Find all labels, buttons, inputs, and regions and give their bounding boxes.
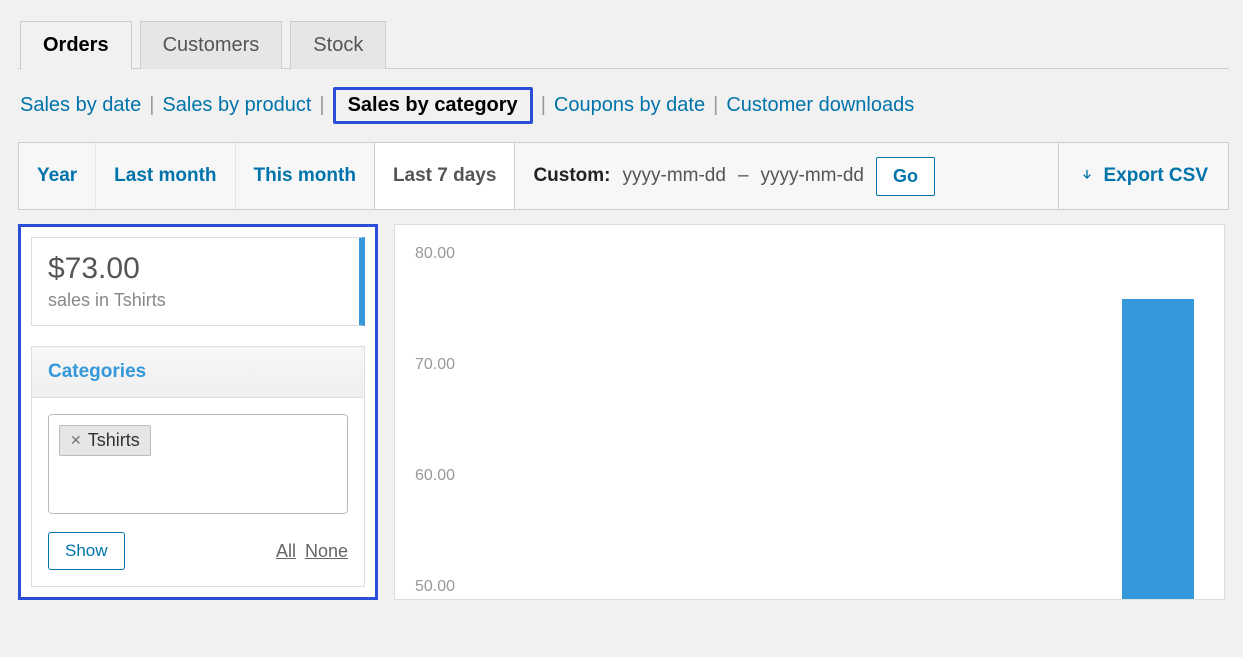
metric-amount: $73.00	[48, 252, 343, 286]
tab-customers[interactable]: Customers	[140, 21, 283, 69]
date-from-input[interactable]: yyyy-mm-dd	[623, 165, 726, 187]
subnav-sales-by-category-highlight: Sales by category	[333, 87, 533, 124]
date-range-dash: –	[738, 165, 749, 187]
category-chip-label: Tshirts	[88, 430, 140, 451]
y-tick: 80.00	[415, 245, 1204, 263]
categories-panel-title: Categories	[32, 347, 364, 398]
export-csv-label: Export CSV	[1103, 165, 1208, 187]
separator: |	[705, 94, 726, 117]
chart-bar	[1122, 299, 1194, 599]
download-icon	[1079, 168, 1095, 184]
report-tabs: Orders Customers Stock	[0, 0, 1243, 69]
date-range-toolbar: Year Last month This month Last 7 days C…	[18, 142, 1229, 210]
select-all-none: All None	[272, 541, 348, 562]
remove-chip-icon[interactable]: ✕	[70, 432, 82, 449]
separator: |	[533, 94, 554, 117]
range-year[interactable]: Year	[19, 143, 96, 209]
subnav-sales-by-product[interactable]: Sales by product	[162, 94, 311, 117]
range-custom-label: Custom:	[533, 165, 610, 187]
categories-input[interactable]: ✕ Tshirts	[48, 414, 348, 514]
date-to-input[interactable]: yyyy-mm-dd	[761, 165, 864, 187]
range-last-7-days[interactable]: Last 7 days	[374, 143, 516, 209]
chart-y-axis: 80.00 70.00 60.00 50.00	[415, 245, 1204, 596]
separator: |	[311, 94, 332, 117]
separator: |	[141, 94, 162, 117]
subnav-customer-downloads[interactable]: Customer downloads	[726, 94, 914, 117]
range-this-month[interactable]: This month	[236, 143, 375, 209]
show-button[interactable]: Show	[48, 532, 125, 570]
sales-chart: 80.00 70.00 60.00 50.00	[394, 224, 1225, 600]
go-button[interactable]: Go	[876, 157, 935, 196]
report-content: $73.00 sales in Tshirts Categories ✕ Tsh…	[0, 210, 1243, 600]
range-last-month[interactable]: Last month	[96, 143, 235, 209]
y-tick: 50.00	[415, 578, 1204, 596]
subnav-sales-by-date[interactable]: Sales by date	[20, 94, 141, 117]
export-csv-button[interactable]: Export CSV	[1059, 143, 1228, 209]
subnav-sales-by-category[interactable]: Sales by category	[342, 91, 524, 119]
report-sidebar: $73.00 sales in Tshirts Categories ✕ Tsh…	[18, 224, 378, 600]
y-tick: 60.00	[415, 467, 1204, 485]
category-chip[interactable]: ✕ Tshirts	[59, 425, 151, 456]
range-custom: Custom: yyyy-mm-dd – yyyy-mm-dd Go	[515, 143, 1059, 209]
subnav-coupons-by-date[interactable]: Coupons by date	[554, 94, 705, 117]
categories-panel: Categories ✕ Tshirts Show All None	[31, 346, 365, 587]
y-tick: 70.00	[415, 356, 1204, 374]
tab-stock[interactable]: Stock	[290, 21, 386, 69]
tab-orders[interactable]: Orders	[20, 21, 132, 70]
select-none-link[interactable]: None	[305, 541, 348, 561]
report-subnav: Sales by date | Sales by product | Sales…	[0, 69, 1243, 142]
metric-subtext: sales in Tshirts	[48, 290, 343, 311]
select-all-link[interactable]: All	[276, 541, 296, 561]
metric-card[interactable]: $73.00 sales in Tshirts	[31, 237, 365, 326]
